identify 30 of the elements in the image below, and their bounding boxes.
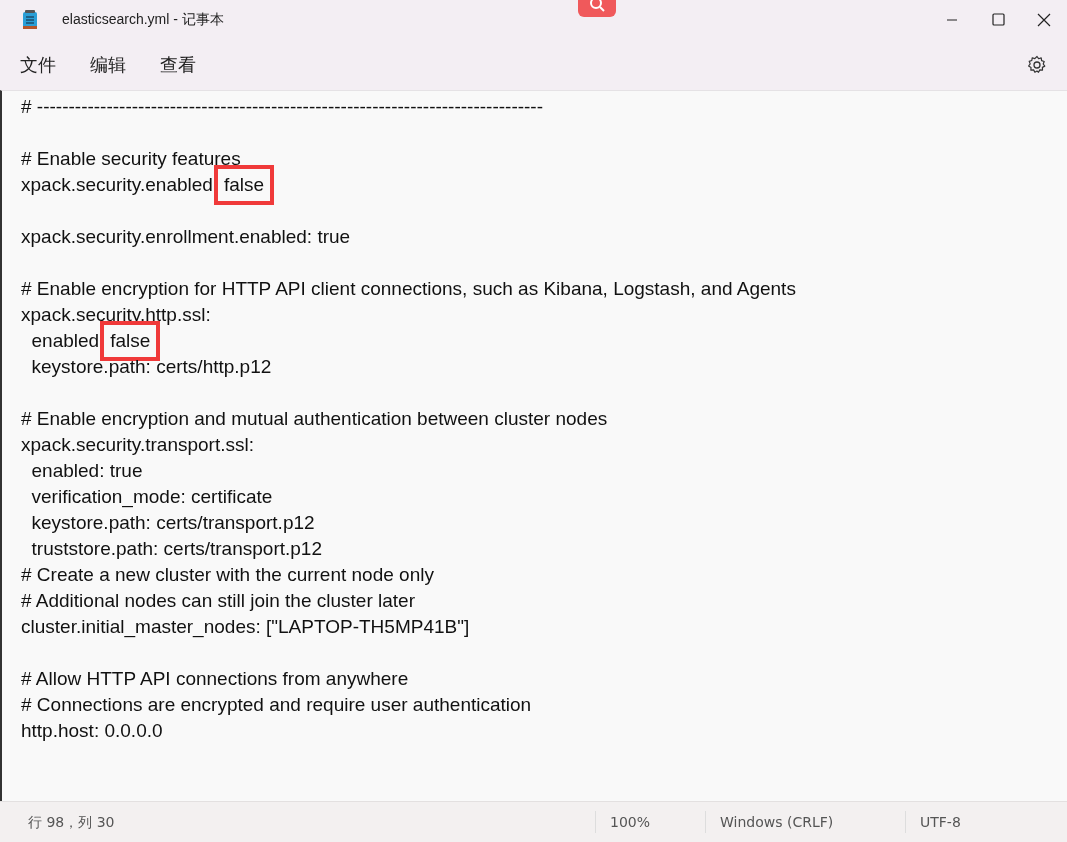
code-line: keystore.path: certs/transport.p12 — [30, 511, 315, 535]
code-line: enabled: true — [30, 459, 143, 483]
code-line: truststore.path: certs/transport.p12 — [30, 537, 322, 561]
code-line: # Allow HTTP API connections from anywhere — [21, 667, 409, 691]
code-line: # Enable encryption and mutual authentication between cluster nodes — [21, 407, 608, 431]
code-line: enabled — [30, 329, 100, 353]
code-line: http.host: 0.0.0.0 — [21, 719, 163, 743]
code-line: # Additional nodes can still join the cluster later — [21, 589, 415, 613]
menu-item[interactable]: 文件 — [9, 47, 67, 83]
code-line: cluster.initial_master_nodes: ["LAPTOP-TH5MP41B"] — [21, 615, 470, 640]
settings-icon[interactable] — [1027, 55, 1047, 75]
code-line: # Create a new cluster with the current node only — [21, 563, 434, 587]
window-title: elasticsearch.yml - 记事本 — [62, 11, 224, 29]
status-text: 行 98，列 30 — [27, 813, 116, 832]
code-line: # Connections are encrypted and require user authentication — [21, 693, 532, 717]
search-icon[interactable] — [578, 0, 616, 17]
code-line: xpack.security.enabled — [21, 173, 213, 197]
code-line: xpack.security.transport.ssl: — [21, 433, 254, 457]
menu-item[interactable]: 编辑 — [79, 47, 137, 83]
notepad-icon — [22, 10, 38, 30]
code-line: # -------------------------------------------------------------------------------- — [21, 95, 544, 119]
status-text: Windows (CRLF) — [705, 811, 905, 833]
status-text: UTF-8 — [905, 811, 1067, 833]
code-line: xpack.security.enrollment.enabled: true — [21, 225, 351, 249]
code-line: # Enable encryption for HTTP API client connections, such as Kibana, Logstash, and Agents — [21, 277, 796, 301]
status-text: 100% — [595, 811, 705, 833]
menu-item[interactable]: 查看 — [149, 47, 207, 83]
highlighted-value: false — [100, 321, 161, 361]
code-line: verification_mode: certificate — [30, 485, 273, 510]
highlighted-value: false — [213, 165, 274, 205]
